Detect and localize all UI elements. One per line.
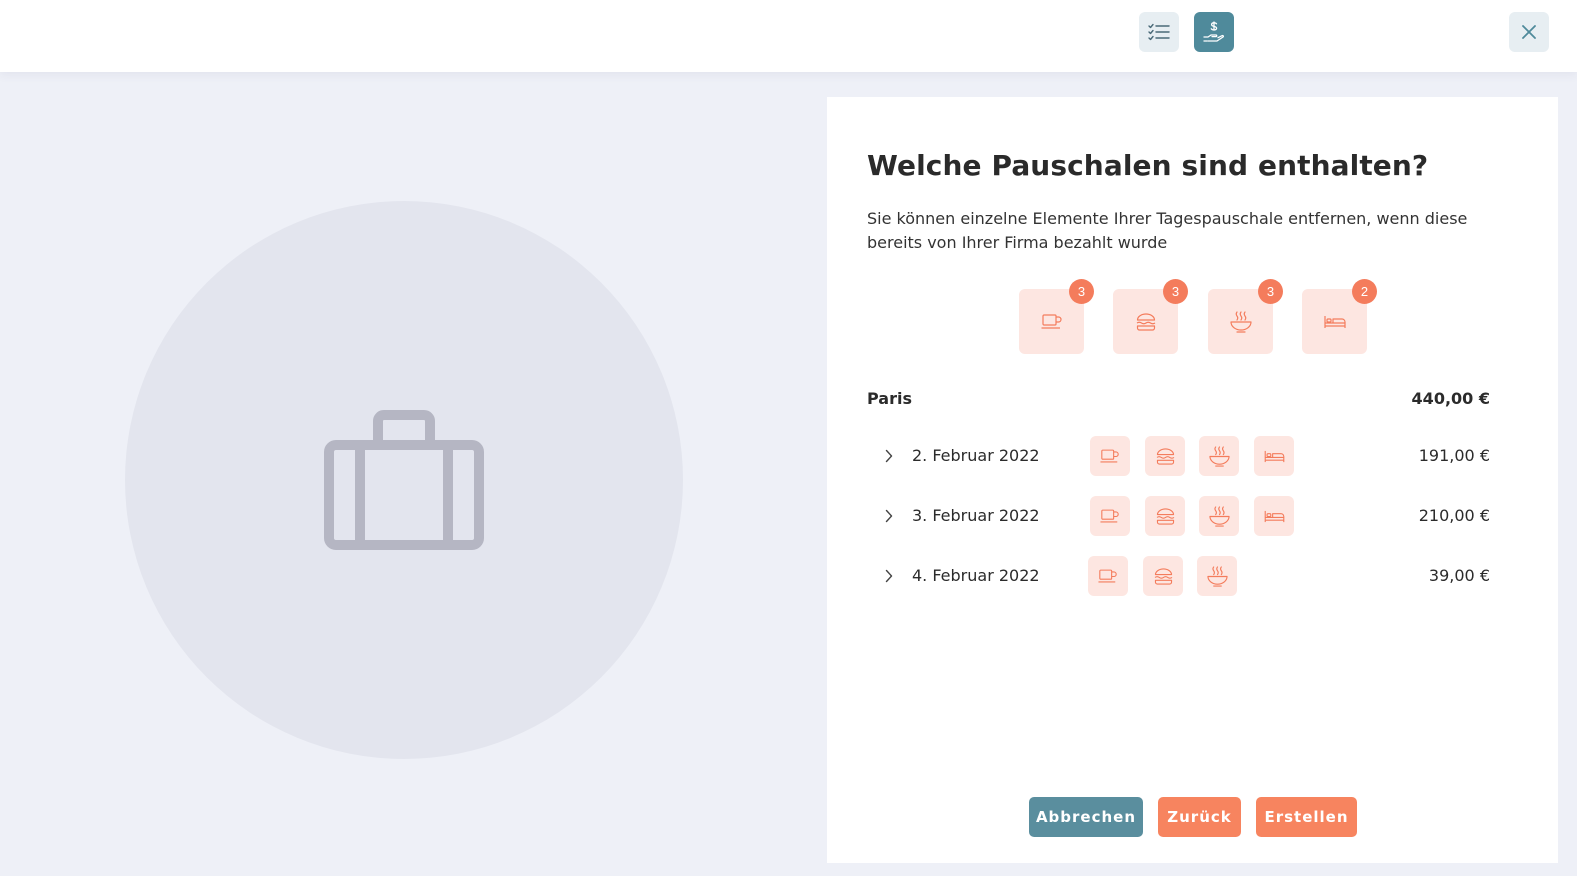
day-lunch-toggle[interactable] [1143,556,1183,596]
day-amount: 39,00 € [1428,566,1490,585]
chevron-right-icon[interactable] [885,569,893,583]
suitcase-icon [324,410,484,550]
bowl-icon [1206,565,1228,587]
coffee-icon [1041,313,1062,329]
coffee-icon [1098,569,1117,582]
summary-count-badge: 3 [1069,279,1094,304]
close-icon [1522,25,1536,39]
summary-tile-lunch[interactable]: 3 [1113,279,1188,354]
day-breakfast-toggle[interactable] [1090,496,1130,536]
burger-icon [1154,567,1172,585]
allowance-summary: 3 3 3 2 [1019,279,1379,355]
back-button[interactable]: Zurück [1158,797,1241,837]
day-date: 2. Februar 2022 [912,446,1040,465]
create-button[interactable]: Erstellen [1256,797,1357,837]
burger-icon [1136,312,1155,331]
summary-count-badge: 3 [1258,279,1283,304]
day-row: 2. Februar 2022 191,00 € [867,436,1490,478]
checklist-icon [1148,23,1170,41]
day-date: 3. Februar 2022 [912,506,1040,525]
summary-tile-dinner[interactable]: 3 [1208,279,1283,354]
chevron-right-icon[interactable] [885,509,893,523]
summary-tile-accommodation[interactable]: 2 [1302,279,1377,354]
day-amount: 191,00 € [1418,446,1490,465]
city-row: Paris 440,00 € [867,389,1490,413]
burger-icon [1156,507,1174,525]
hand-money-icon [1203,21,1224,42]
day-accommodation-toggle[interactable] [1254,436,1294,476]
bowl-icon [1208,445,1230,467]
day-date: 4. Februar 2022 [912,566,1040,585]
cancel-button[interactable]: Abbrechen [1029,797,1143,837]
day-lunch-toggle[interactable] [1145,436,1185,476]
bed-icon [1323,315,1346,328]
close-button[interactable] [1509,12,1549,52]
allowance-panel: Welche Pauschalen sind enthalten? Sie kö… [827,97,1558,863]
day-amount: 210,00 € [1418,506,1490,525]
chevron-right-icon[interactable] [885,449,893,463]
day-row: 3. Februar 2022 210,00 € [867,496,1490,538]
city-total: 440,00 € [1411,389,1490,408]
top-bar [0,0,1577,72]
burger-icon [1156,447,1174,465]
coffee-icon [1100,449,1119,462]
coffee-icon [1100,509,1119,522]
bowl-icon [1208,505,1230,527]
day-accommodation-toggle[interactable] [1254,496,1294,536]
day-dinner-toggle[interactable] [1199,436,1239,476]
checklist-button[interactable] [1139,12,1179,52]
bed-icon [1264,510,1284,522]
summary-count-badge: 2 [1352,279,1377,304]
allowance-button[interactable] [1194,12,1234,52]
city-name: Paris [867,389,912,408]
page-subtitle: Sie können einzelne Elemente Ihrer Tages… [867,209,1468,252]
day-dinner-toggle[interactable] [1199,496,1239,536]
page-title: Welche Pauschalen sind enthalten? [867,149,1429,182]
summary-count-badge: 3 [1163,279,1188,304]
summary-tile-breakfast[interactable]: 3 [1019,279,1094,354]
bed-icon [1264,450,1284,462]
day-row: 4. Februar 2022 39,00 € [867,556,1490,598]
day-breakfast-toggle[interactable] [1088,556,1128,596]
day-dinner-toggle[interactable] [1197,556,1237,596]
bowl-icon [1229,310,1252,333]
day-breakfast-toggle[interactable] [1090,436,1130,476]
day-lunch-toggle[interactable] [1145,496,1185,536]
